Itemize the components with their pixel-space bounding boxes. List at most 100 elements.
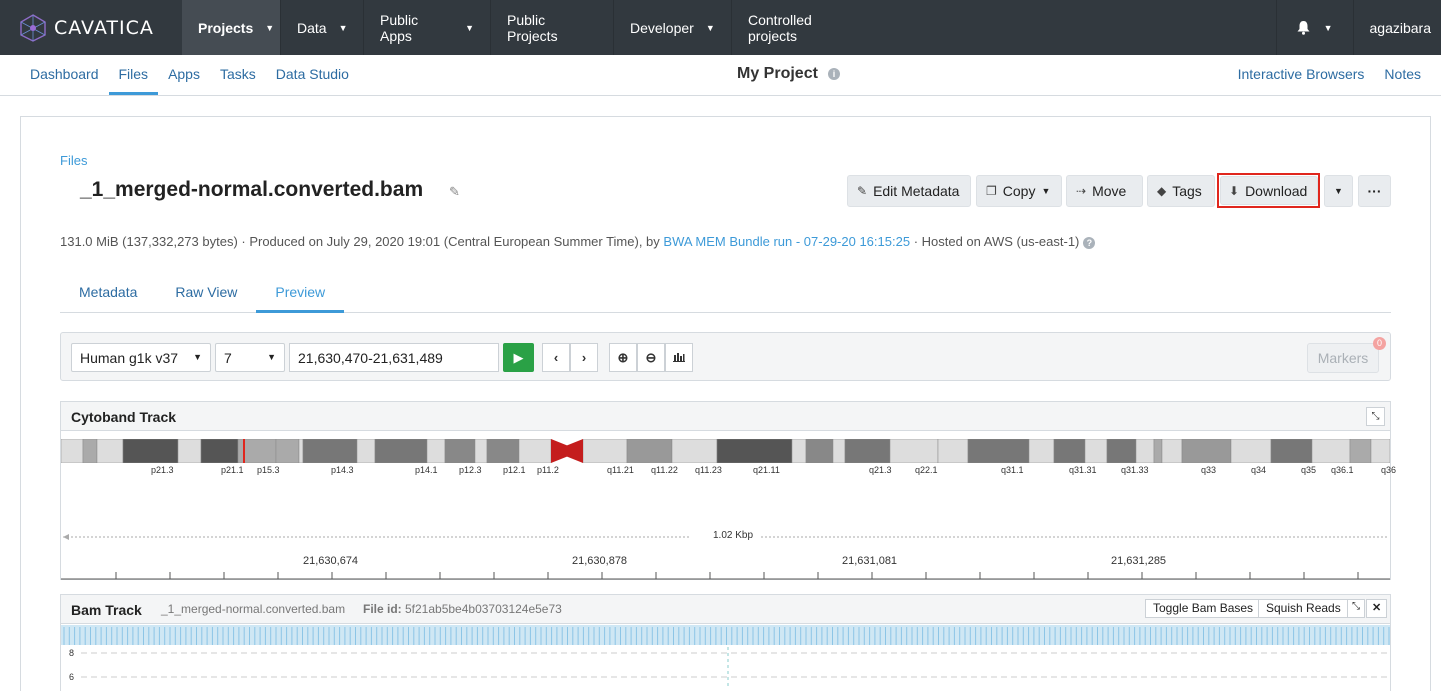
cytoband xyxy=(122,439,179,463)
tab-files[interactable]: Files xyxy=(108,55,159,95)
chromosome-value: 7 xyxy=(224,350,232,366)
file-meta-suffix: · Hosted on AWS (us-east-1) xyxy=(913,234,1080,249)
band-label: q31.33 xyxy=(1121,465,1149,475)
interactive-browsers-link[interactable]: Interactive Browsers xyxy=(1238,66,1365,82)
tab-preview[interactable]: Preview xyxy=(256,276,345,313)
cytoband xyxy=(444,439,476,463)
move-label: Move xyxy=(1092,183,1127,199)
close-icon[interactable]: ✕ xyxy=(1366,599,1388,618)
tab-data-studio[interactable]: Data Studio xyxy=(266,55,359,95)
chevron-right-icon: › xyxy=(581,350,587,365)
band-label: p14.1 xyxy=(415,465,438,475)
band-label: q11.21 xyxy=(607,465,634,475)
notifications-button[interactable]: ▼ xyxy=(1275,0,1353,55)
squish-reads-button[interactable]: Squish Reads xyxy=(1258,599,1349,618)
tab-dashboard[interactable]: Dashboard xyxy=(20,55,109,95)
move-icon: ⇢ xyxy=(1076,184,1087,198)
band-label: q31.1 xyxy=(1001,465,1024,475)
caret-down-icon: ▼ xyxy=(193,352,202,362)
download-options-button[interactable]: ▼ xyxy=(1324,175,1353,207)
pan-right-button[interactable]: › xyxy=(570,343,598,372)
copy-button[interactable]: ❐ Copy ▼ xyxy=(976,175,1062,207)
caret-down-icon: ▼ xyxy=(1323,22,1333,33)
move-button[interactable]: ⇢ Move xyxy=(1066,175,1143,207)
markers-button[interactable]: Markers xyxy=(1307,343,1379,373)
genome-select[interactable]: Human g1k v37 ▼ xyxy=(71,343,211,372)
caret-down-icon: ▼ xyxy=(1334,186,1343,196)
question-icon[interactable]: ? xyxy=(1083,237,1096,249)
cytoband-track-title: Cytoband Track xyxy=(71,409,177,425)
nav-developer[interactable]: Developer ▼ xyxy=(614,0,732,55)
user-menu[interactable]: agazibara xyxy=(1352,0,1441,55)
cytoband xyxy=(1161,439,1183,463)
ruler-label: 21,631,081 xyxy=(842,555,898,567)
tags-button[interactable]: ◆ Tags xyxy=(1147,175,1215,207)
band-label: p21.3 xyxy=(151,465,174,475)
zoom-out-button[interactable]: ⊖ xyxy=(637,343,665,372)
go-button[interactable]: ▶ xyxy=(503,343,534,372)
collapse-icon[interactable]: ⤡ xyxy=(1347,599,1365,618)
band-label: p11.2 xyxy=(537,465,559,475)
pencil-icon[interactable]: ✎ xyxy=(449,184,460,200)
band-label: p15.3 xyxy=(257,465,280,475)
more-actions-button[interactable]: ··· xyxy=(1358,175,1391,207)
nav-projects[interactable]: Projects ▼ xyxy=(182,0,281,55)
bam-track: Bam Track _1_merged-normal.converted.bam… xyxy=(60,594,1391,691)
caret-down-icon: ▼ xyxy=(338,22,348,33)
collapse-icon[interactable]: ⤡ xyxy=(1366,407,1385,426)
logo[interactable]: CAVATICA xyxy=(0,0,182,55)
brand-name: CAVATICA xyxy=(54,16,154,39)
cytoband xyxy=(1370,439,1390,463)
tab-metadata[interactable]: Metadata xyxy=(60,276,156,313)
project-right-links: Interactive Browsers Notes xyxy=(1238,66,1421,82)
zoom-in-button[interactable]: ⊕ xyxy=(609,343,637,372)
ellipsis-icon: ··· xyxy=(1367,183,1382,199)
cytoband xyxy=(626,439,673,463)
band-label: q21.11 xyxy=(753,465,780,475)
cytoband xyxy=(671,439,718,463)
cytoband xyxy=(1084,439,1108,463)
nav-data[interactable]: Data ▼ xyxy=(281,0,364,55)
span-label: 1.02 Kbp xyxy=(713,530,754,541)
cytoband xyxy=(518,439,552,463)
cytoband xyxy=(844,439,891,463)
cytoband xyxy=(275,439,300,463)
nav-controlled-projects[interactable]: Controlled projects xyxy=(732,0,879,55)
nav-public-apps[interactable]: Public Apps ▼ xyxy=(364,0,491,55)
cytoband xyxy=(474,439,488,463)
top-navbar: CAVATICA Projects ▼ Data ▼ Public Apps ▼ Pu… xyxy=(0,0,1441,55)
producing-task-link[interactable]: BWA MEM Bundle run - 07-29-20 16:15:25 xyxy=(663,234,910,249)
chromosome-select[interactable]: 7 ▼ xyxy=(215,343,285,372)
ruler-ticks xyxy=(61,572,1390,580)
cytoband xyxy=(1106,439,1137,463)
chromosome-ideogram[interactable] xyxy=(61,439,1390,463)
band-label: q34 xyxy=(1251,465,1267,475)
cytoband xyxy=(1135,439,1155,463)
project-tabs: Dashboard Files Apps Tasks Data Studio xyxy=(20,55,359,95)
cytoband xyxy=(967,439,1030,463)
info-icon[interactable]: i xyxy=(828,68,840,80)
copy-label: Copy xyxy=(1002,183,1036,199)
tab-raw-view[interactable]: Raw View xyxy=(156,276,256,313)
tab-tasks[interactable]: Tasks xyxy=(210,55,266,95)
nav-label: Developer xyxy=(630,19,694,36)
caret-down-icon: ▼ xyxy=(1041,186,1051,196)
cytoband xyxy=(1153,439,1163,463)
band-label: q21.3 xyxy=(869,465,892,475)
cytoband xyxy=(1349,439,1372,463)
cytoband xyxy=(200,439,239,463)
toggle-bam-bases-button[interactable]: Toggle Bam Bases xyxy=(1145,599,1262,618)
band-label: q36 xyxy=(1381,465,1397,475)
pan-left-button[interactable]: ‹ xyxy=(542,343,570,372)
edit-metadata-button[interactable]: ✎ Edit Metadata xyxy=(847,175,971,207)
locus-input[interactable]: 21,630,470-21,631,489 xyxy=(289,343,499,372)
tab-apps[interactable]: Apps xyxy=(158,55,210,95)
read-grid xyxy=(81,647,1390,687)
genome-browser-toolbar: Human g1k v37 ▼ 7 ▼ 21,630,470-21,631,489 … xyxy=(60,332,1391,381)
histogram-button[interactable] xyxy=(665,343,693,372)
notes-link[interactable]: Notes xyxy=(1384,66,1421,82)
nav-public-projects[interactable]: Public Projects xyxy=(491,0,614,55)
breadcrumb-files[interactable]: Files xyxy=(60,153,87,168)
tag-icon: ◆ xyxy=(1157,184,1167,198)
nav-label: Projects xyxy=(198,19,254,36)
